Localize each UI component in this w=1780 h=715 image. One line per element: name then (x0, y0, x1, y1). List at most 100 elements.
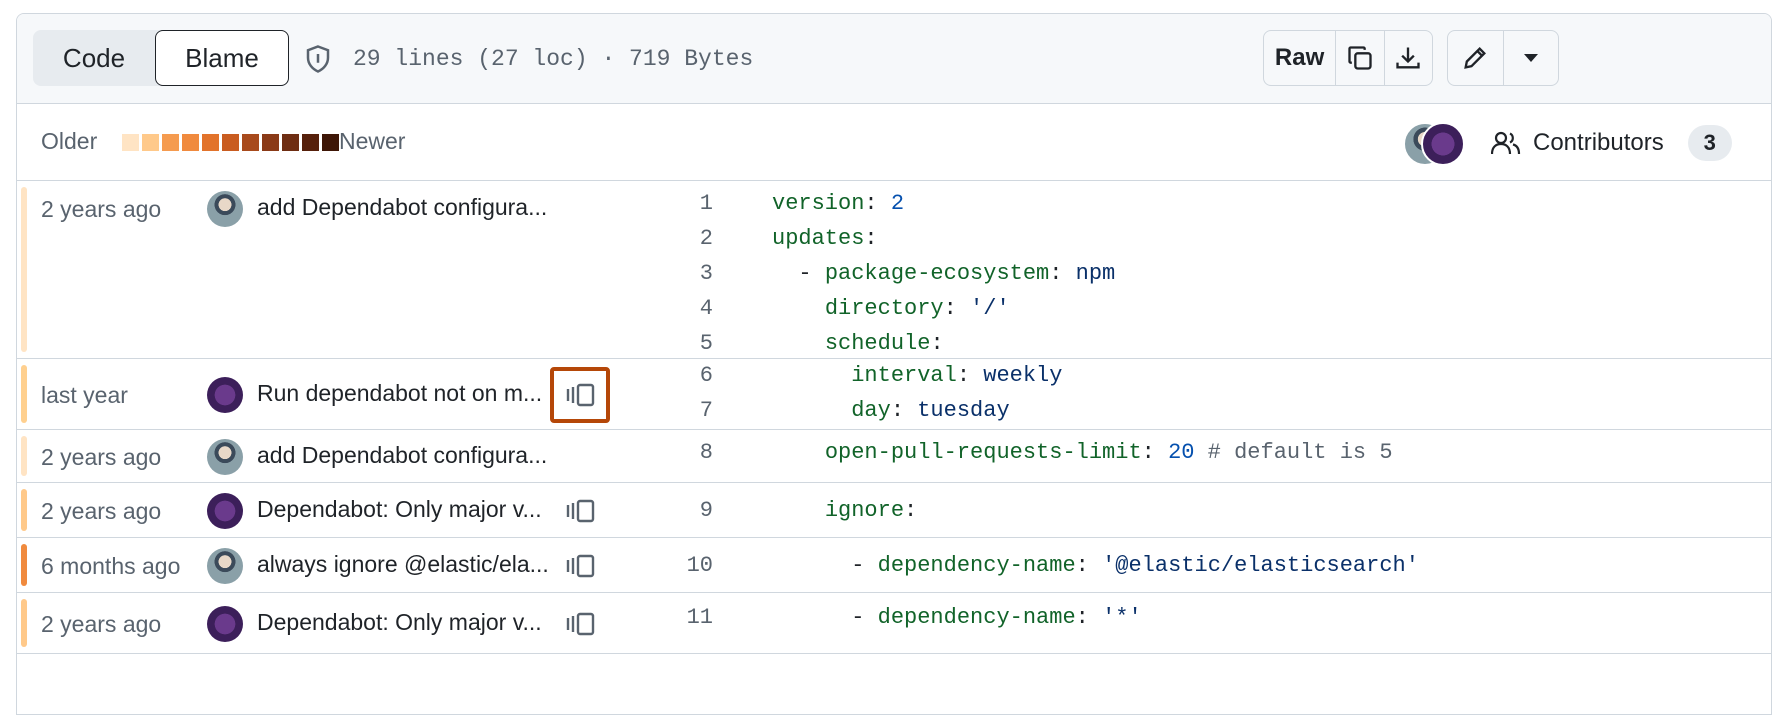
code-text: - dependency-name: '*' (851, 605, 1142, 630)
code-text: updates: (772, 226, 878, 251)
blame-hunk: 2 years ago add Dependabot configura... 1 v… (17, 181, 1771, 359)
line-number[interactable]: 3 (617, 256, 713, 291)
edit-group (1447, 30, 1559, 86)
edit-button[interactable] (1448, 31, 1503, 85)
copy-icon (1348, 46, 1372, 70)
tab-blame[interactable]: Blame (155, 30, 289, 86)
commit-message-link[interactable]: add Dependabot configura... (257, 194, 557, 221)
commit-message-link[interactable]: add Dependabot configura... (257, 442, 557, 469)
view-toggle: Code Blame (33, 30, 289, 86)
blame-table: 2 years ago add Dependabot configura... 1 v… (17, 181, 1771, 654)
commit-message-link[interactable]: always ignore @elastic/ela... (257, 551, 557, 578)
commit-message-link[interactable]: Dependabot: Only major v... (257, 496, 557, 523)
line-number[interactable]: 10 (617, 548, 713, 583)
pencil-icon (1464, 47, 1487, 69)
age-swatch (262, 134, 279, 151)
blame-hunk: 2 years ago Dependabot: Only major v... 11… (17, 593, 1771, 654)
code-text: ignore: (824, 498, 918, 523)
avatar[interactable] (207, 439, 243, 475)
download-icon (1396, 47, 1420, 69)
line-number[interactable]: 6 (617, 358, 713, 393)
code-line: 10 - dependency-name: '@elastic/elastics… (617, 548, 1767, 583)
age-swatch (282, 134, 299, 151)
blame-hunk: 2 years ago add Dependabot configura... 8 … (17, 430, 1771, 483)
line-number[interactable]: 4 (617, 291, 713, 326)
code-line: 9 ignore: (617, 493, 1767, 528)
age-bar (21, 365, 27, 423)
line-number[interactable]: 2 (617, 221, 713, 256)
code-line: 7 day: tuesday (617, 393, 1767, 428)
avatar (1421, 122, 1465, 166)
code-line: 11 - dependency-name: '*' (617, 600, 1767, 635)
avatar[interactable] (207, 191, 243, 227)
commit-age: 2 years ago (41, 498, 162, 524)
shield-icon (306, 45, 330, 73)
tab-code[interactable]: Code (33, 30, 155, 86)
code-text: interval: weekly (851, 363, 1063, 388)
edit-dropdown-button[interactable] (1502, 31, 1558, 85)
avatar[interactable] (207, 377, 243, 413)
contributor-avatars[interactable] (1403, 122, 1465, 166)
blame-hunk: 6 months ago always ignore @elastic/ela..… (17, 538, 1771, 593)
age-bar (21, 544, 27, 586)
line-number[interactable]: 8 (617, 435, 713, 470)
commit-age: 2 years ago (41, 611, 162, 637)
file-header: Code Blame 29 lines (27 loc) · 719 Bytes… (17, 14, 1771, 104)
triangle-down-icon (1523, 54, 1538, 62)
commit-age: last year (41, 382, 128, 408)
blame-hunk: 2 years ago Dependabot: Only major v... 9 … (17, 483, 1771, 538)
age-swatch (222, 134, 239, 151)
code-text: open-pull-requests-limit: 20 # default i… (824, 440, 1393, 465)
reblame-icon[interactable] (562, 551, 598, 581)
contributors-count: 3 (1687, 125, 1732, 161)
avatar[interactable] (207, 606, 243, 642)
code-text: - package-ecosystem: npm (798, 261, 1116, 286)
raw-label: Raw (1274, 44, 1325, 71)
code-text: directory: '/' (824, 296, 1010, 321)
age-swatch (122, 134, 139, 151)
blame-view: Code Blame 29 lines (27 loc) · 719 Bytes… (16, 13, 1772, 715)
contributors-button[interactable]: Contributors 3 (1491, 124, 1732, 162)
age-bar (21, 436, 27, 476)
age-bar (21, 187, 27, 352)
age-legend-bar: Older Newer Contributors 3 (17, 104, 1771, 181)
copy-button[interactable] (1335, 31, 1383, 85)
code-line: 8 open-pull-requests-limit: 20 # default… (617, 435, 1767, 470)
code-line: 6 interval: weekly (617, 358, 1767, 393)
raw-copy-download-group: Raw (1263, 30, 1433, 86)
reblame-icon[interactable] (562, 609, 598, 639)
avatar[interactable] (207, 493, 243, 529)
commit-age: 2 years ago (41, 444, 162, 470)
avatar[interactable] (207, 548, 243, 584)
age-color-scale (122, 134, 339, 151)
age-swatch (242, 134, 259, 151)
line-number[interactable]: 9 (617, 493, 713, 528)
line-number[interactable]: 11 (617, 600, 713, 635)
people-icon (1491, 131, 1521, 155)
age-bar (21, 599, 27, 647)
code-line: 1 version: 2 (617, 186, 1767, 221)
commit-age: 6 months ago (41, 553, 181, 579)
age-swatch (162, 134, 179, 151)
age-swatch (302, 134, 319, 151)
commit-age: 2 years ago (41, 196, 162, 222)
raw-button[interactable]: Raw (1264, 31, 1335, 85)
download-button[interactable] (1383, 31, 1432, 85)
code-text: - dependency-name: '@elastic/elasticsear… (851, 553, 1419, 578)
file-info: 29 lines (27 loc) · 719 Bytes (353, 46, 754, 72)
line-number[interactable]: 1 (617, 186, 713, 221)
code-text: day: tuesday (851, 398, 1010, 423)
commit-message-link[interactable]: Dependabot: Only major v... (257, 609, 557, 636)
reblame-icon[interactable] (562, 496, 598, 526)
age-swatch (182, 134, 199, 151)
line-number[interactable]: 7 (617, 393, 713, 428)
legend-older: Older (41, 128, 98, 154)
age-swatch (202, 134, 219, 151)
code-line: 4 directory: '/' (617, 291, 1767, 326)
age-swatch (322, 134, 339, 151)
code-text: schedule: (824, 331, 944, 356)
commit-message-link[interactable]: Run dependabot not on m... (257, 380, 557, 407)
code-line: 3 - package-ecosystem: npm (617, 256, 1767, 291)
line-number[interactable]: 5 (617, 326, 713, 361)
code-text: version: 2 (772, 191, 905, 216)
